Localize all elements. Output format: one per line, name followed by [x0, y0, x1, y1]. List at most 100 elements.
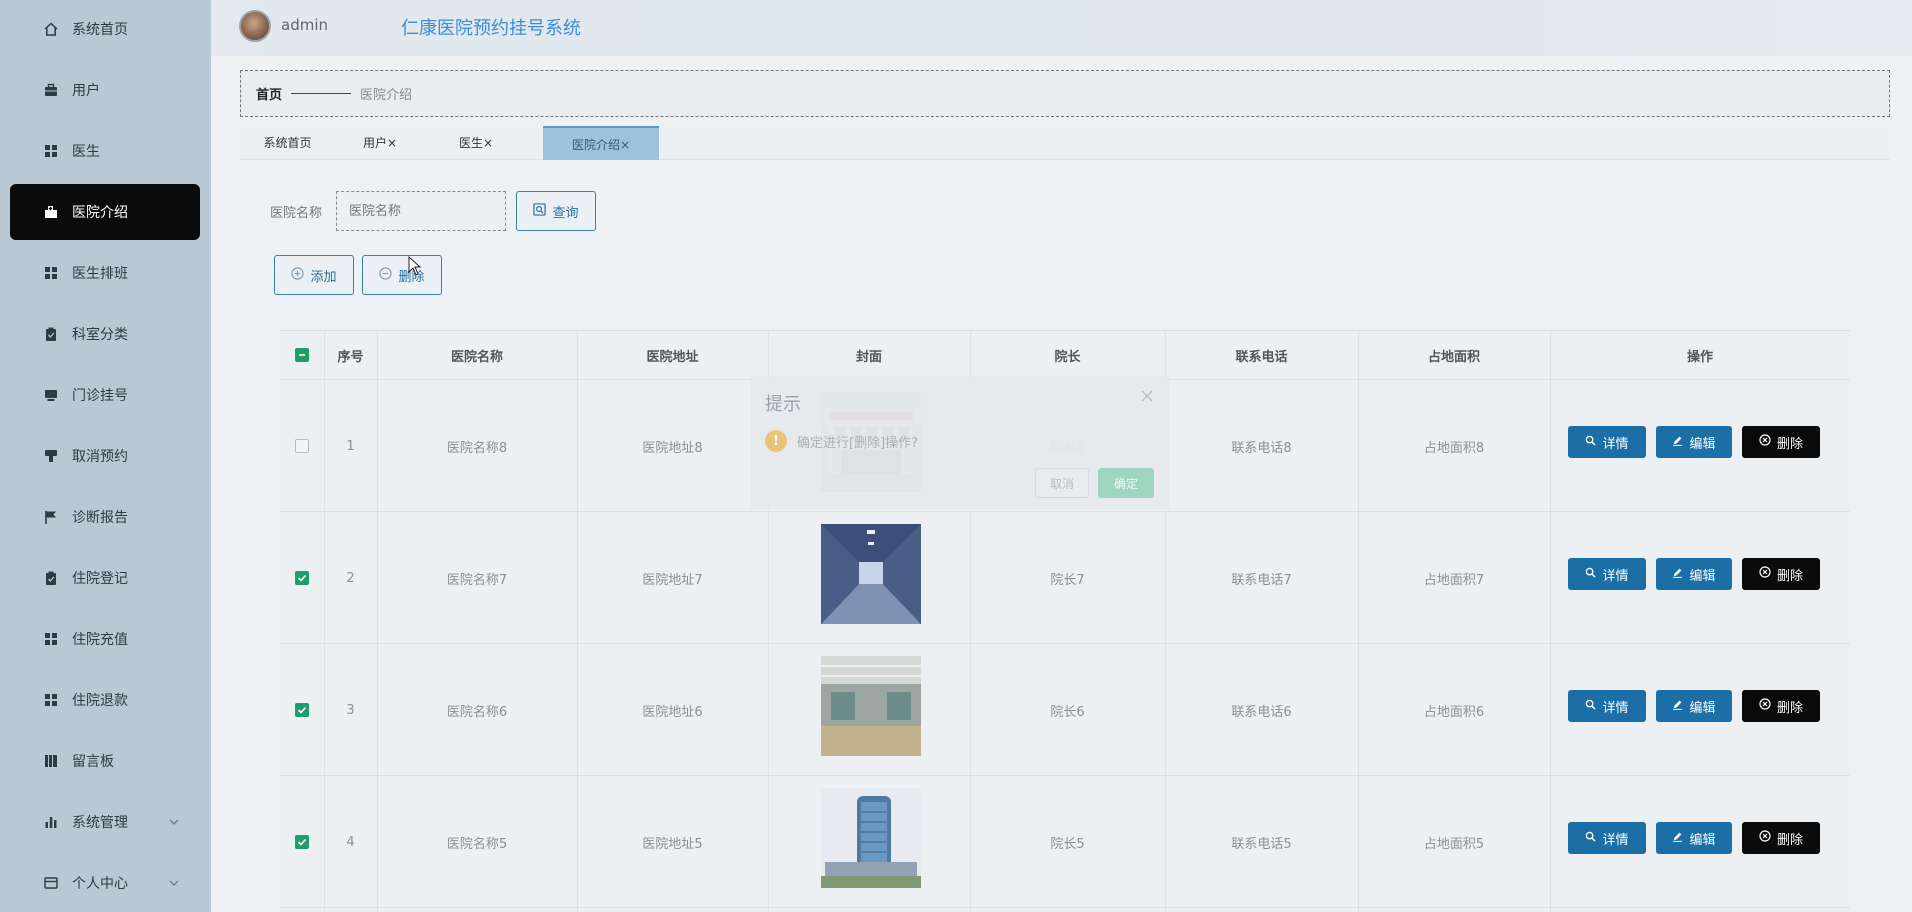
system-title: 仁康医院预约挂号系统 [401, 18, 581, 39]
sidebar-item-13[interactable]: 系统管理 [10, 794, 200, 850]
hospital-name-cell: 医院名称6 [446, 704, 508, 720]
row-index: 3 [346, 702, 355, 718]
home-icon [42, 20, 60, 38]
hospital-address-cell: 医院地址6 [642, 704, 703, 720]
sidebar-item-3[interactable]: 医院介绍 [10, 184, 200, 240]
row-checkbox-cell [280, 644, 324, 776]
grid-icon [42, 691, 60, 709]
sidebar-item-label: 医院介绍 [72, 205, 128, 221]
sidebar-item-label: 住院退款 [72, 693, 128, 709]
dialog-confirm-button[interactable]: 确定 [1098, 468, 1154, 498]
checkbox[interactable] [295, 703, 309, 717]
dialog-cancel-button[interactable]: 取消 [1035, 468, 1089, 498]
close-icon[interactable]: × [483, 136, 493, 150]
detail-button[interactable]: 详情 [1568, 690, 1646, 722]
area-cell: 占地面积8 [1423, 440, 1485, 456]
sidebar-item-label: 留言板 [72, 754, 114, 770]
pencil-icon [1672, 831, 1683, 846]
breadcrumb: 首页 医院介绍 [240, 70, 1890, 117]
x-circle-icon [1759, 566, 1771, 582]
checkbox[interactable] [295, 835, 309, 849]
phone-cell: 联系电话8 [1231, 440, 1292, 456]
breadcrumb-current: 医院介绍 [360, 88, 413, 103]
batch-delete-button[interactable]: 删除 [362, 255, 442, 295]
close-icon[interactable] [1141, 390, 1153, 402]
search-icon [1585, 831, 1597, 846]
sidebar-item-9[interactable]: 住院登记 [10, 550, 200, 606]
column-header: 院长 [1054, 349, 1081, 365]
search-button[interactable]: 查询 [516, 191, 596, 231]
clipboard-icon [42, 325, 60, 343]
chevron-down-icon [168, 816, 180, 828]
sidebar-item-4[interactable]: 医生排班 [10, 245, 200, 301]
minus-circle-icon [379, 266, 393, 284]
printer-icon [42, 386, 60, 404]
tab-home[interactable]: 系统首页 [250, 126, 325, 160]
sidebar-item-14[interactable]: 个人中心 [10, 855, 200, 911]
card-icon [42, 874, 60, 892]
column-header: 联系电话 [1235, 349, 1288, 365]
hospital-address-cell: 医院地址5 [642, 836, 703, 852]
edit-button[interactable]: 编辑 [1656, 690, 1732, 722]
tab-hospital-intro[interactable]: 医院介绍× [543, 126, 659, 160]
sidebar-item-2[interactable]: 医生 [10, 123, 200, 179]
stamp-icon [42, 447, 60, 465]
sidebar-item-5[interactable]: 科室分类 [10, 306, 200, 362]
hospital-name-search-input[interactable] [336, 191, 506, 231]
cover-image-hospital-lobby [821, 656, 921, 756]
tab-users[interactable]: 用户× [350, 126, 410, 160]
table-column-divider [1550, 331, 1551, 912]
tab-doctors[interactable]: 医生× [446, 126, 506, 160]
edit-button[interactable]: 编辑 [1656, 558, 1732, 590]
phone-cell: 联系电话7 [1231, 572, 1292, 588]
row-delete-button[interactable]: 删除 [1742, 558, 1820, 590]
sidebar-item-8[interactable]: 诊断报告 [10, 489, 200, 545]
select-all-checkbox[interactable] [295, 348, 309, 362]
breadcrumb-home[interactable]: 首页 [256, 84, 282, 103]
sidebar-item-11[interactable]: 住院退款 [10, 672, 200, 728]
sidebar-item-label: 科室分类 [72, 327, 128, 343]
detail-button[interactable]: 详情 [1568, 426, 1646, 458]
area-cell: 占地面积5 [1423, 836, 1485, 852]
director-cell: 院长5 [1050, 836, 1085, 852]
row-checkbox-cell [280, 380, 324, 512]
grid-icon [42, 264, 60, 282]
detail-button[interactable]: 详情 [1568, 822, 1646, 854]
edit-button[interactable]: 编辑 [1656, 822, 1732, 854]
row-index: 1 [346, 438, 355, 454]
close-icon[interactable]: × [620, 138, 630, 152]
top-bar: admin 仁康医院预约挂号系统 [211, 0, 1912, 56]
search-label: 医院名称 [270, 206, 323, 221]
sidebar-item-7[interactable]: 取消预约 [10, 428, 200, 484]
search-icon [533, 202, 547, 220]
row-delete-button[interactable]: 删除 [1742, 690, 1820, 722]
sidebar-item-1[interactable]: 用户 [10, 62, 200, 118]
sidebar-item-label: 用户 [72, 83, 100, 99]
add-button[interactable]: 添加 [274, 255, 354, 295]
area-cell: 占地面积6 [1423, 704, 1485, 720]
book-icon [42, 752, 60, 770]
sidebar-item-10[interactable]: 住院充值 [10, 611, 200, 667]
row-delete-button[interactable]: 删除 [1742, 822, 1820, 854]
column-header: 操作 [1686, 349, 1713, 365]
detail-button[interactable]: 详情 [1568, 558, 1646, 590]
sidebar-item-0[interactable]: 系统首页 [10, 1, 200, 57]
column-header: 序号 [337, 349, 364, 365]
search-icon [1585, 699, 1597, 714]
user-avatar[interactable] [239, 10, 271, 42]
cover-image-hospital-corridor [821, 524, 921, 624]
warning-icon: ! [765, 430, 787, 452]
flag-icon [42, 508, 60, 526]
sidebar-item-6[interactable]: 门诊挂号 [10, 367, 200, 423]
checkbox[interactable] [295, 571, 309, 585]
plus-circle-icon [291, 266, 305, 284]
sidebar-item-12[interactable]: 留言板 [10, 733, 200, 789]
row-delete-button[interactable]: 删除 [1742, 426, 1820, 458]
edit-button[interactable]: 编辑 [1656, 426, 1732, 458]
close-icon[interactable]: × [387, 136, 397, 150]
select-all-cell [280, 331, 324, 379]
director-cell: 院长7 [1050, 572, 1085, 588]
area-cell: 占地面积7 [1423, 572, 1485, 588]
sidebar-item-label: 个人中心 [72, 876, 128, 892]
checkbox[interactable] [295, 439, 309, 453]
